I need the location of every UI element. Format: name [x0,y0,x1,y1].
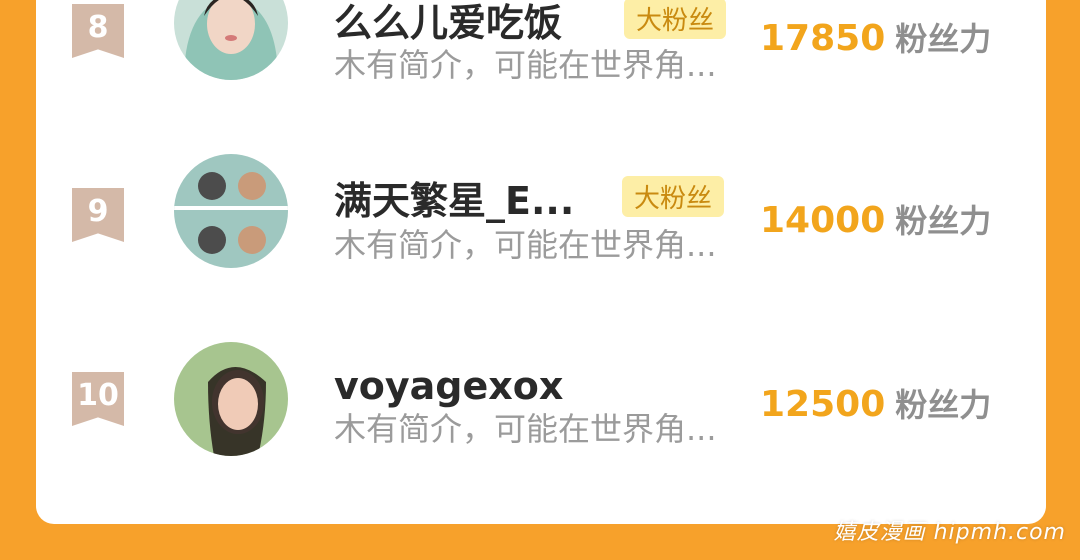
user-bio: 木有简介，可能在世界角... [334,226,717,264]
rank-ribbon: 10 [72,372,124,426]
fans-number: 17850 [760,18,886,59]
ranking-row-10[interactable]: 10 voyagexox 木有简介，可能在世界角... 12500 粉丝力 [36,340,1046,460]
fans-score: 17850 粉丝力 [760,14,991,60]
watermark: 嬉皮漫画 hipmh.com [833,520,1066,545]
fan-badge: 大粉丝 [624,0,727,39]
fans-score: 12500 粉丝力 [760,380,991,426]
ranking-card: 8 么么儿爱吃饭 大粉丝 木有简介，可能在世界角... 17850粉丝力 9 [36,0,1046,524]
user-bio: 木有简介，可能在世界角... [334,410,717,448]
rank-number: 8 [87,10,109,45]
rank-number: 10 [77,378,119,413]
fans-unit: 粉丝力 [895,20,992,58]
fans-unit: 粉丝力 [895,386,992,424]
user-name[interactable]: voyagexox [334,364,563,408]
fans-number: 14000 [760,200,886,241]
user-name[interactable]: 满天繁星_E... [334,170,574,225]
avatar[interactable] [174,0,288,80]
avatar[interactable] [174,342,288,456]
fans-score: 14000 粉丝力 [760,196,991,242]
rank-ribbon: 8 [72,4,124,58]
rank-number: 9 [87,194,109,229]
ranking-row-8[interactable]: 8 么么儿爱吃饭 大粉丝 木有简介，可能在世界角... 17850 粉丝力 [36,0,1046,100]
fans-number: 12500 [760,384,886,425]
fan-badge: 大粉丝 [622,176,725,217]
ranking-row-9[interactable]: 9 满天繁星_E... 大粉丝 木有简介，可能在世界角... 14000 粉丝力 [36,154,1046,280]
rank-ribbon: 9 [72,188,124,242]
user-bio: 木有简介，可能在世界角... [334,46,717,84]
fans-unit: 粉丝力 [895,202,992,240]
avatar[interactable] [174,154,288,268]
